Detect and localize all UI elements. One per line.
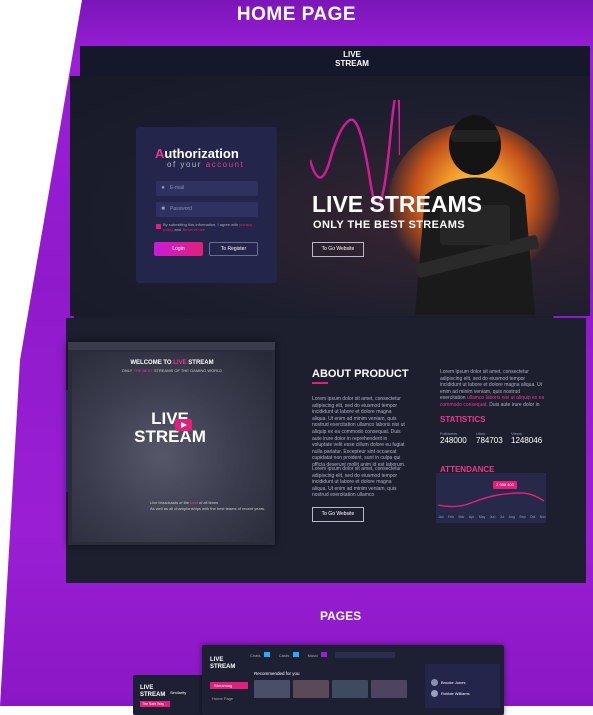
stat-value: 784703 xyxy=(476,436,503,445)
statistics-title: STATISTICS xyxy=(440,415,486,424)
email-field[interactable]: ● E-mail xyxy=(156,181,258,196)
go-website-button-2[interactable]: To Go Website xyxy=(312,507,364,522)
sidebar-item-home[interactable]: Home Page xyxy=(212,696,233,701)
chat-panel xyxy=(425,664,500,708)
hero-subheadline: ONLY THE BEST STREAMS xyxy=(313,219,466,231)
password-field[interactable]: ■ Password xyxy=(156,202,258,217)
page-title: HOME PAGE xyxy=(236,4,357,25)
similarity-label: Similarity xyxy=(170,690,187,695)
lock-icon: ■ xyxy=(161,206,165,212)
dashboard-logo: LIVE STREAM xyxy=(210,657,236,670)
agree-checkbox[interactable] xyxy=(156,224,161,229)
avatar xyxy=(431,690,438,697)
logo-line1: LIVE xyxy=(343,50,361,59)
stream-thumbnail[interactable] xyxy=(254,680,290,698)
stat-value: 1248046 xyxy=(511,436,543,445)
auth-title: Authorization xyxy=(155,146,239,161)
site-logo[interactable]: LIVE STREAM xyxy=(330,50,374,68)
attendance-badge: 2 988 400 xyxy=(493,481,517,489)
window-titlebar xyxy=(68,342,275,350)
month-label: May xyxy=(478,515,486,519)
tab-chats[interactable]: Chats xyxy=(250,653,260,658)
month-label: Aug xyxy=(508,515,515,519)
avatar xyxy=(431,679,438,686)
tab-cards[interactable]: Cards xyxy=(279,653,290,658)
cards-badge xyxy=(292,652,299,657)
chat-user-1[interactable]: Brooke Jones xyxy=(441,680,465,685)
user-icon: ● xyxy=(161,185,165,191)
live-stream-logo: LIVE STREAM xyxy=(134,409,206,446)
register-button[interactable]: To Register xyxy=(209,242,258,256)
hero-headline: LIVE STREAMS xyxy=(312,191,482,217)
dashboard-logo-back: LIVE STREAM xyxy=(140,685,166,698)
chat-badge xyxy=(263,652,270,657)
pages-title: PAGES xyxy=(320,609,362,623)
play-icon[interactable] xyxy=(175,419,192,431)
stream-thumbnail[interactable] xyxy=(293,680,329,698)
month-labels: Jan Feb Mar Apr May Jun Jul Aug Sep Oct Nov xyxy=(438,515,546,519)
search-input[interactable] xyxy=(335,652,395,658)
month-label: Mar xyxy=(458,515,465,519)
auth-subtitle: of your account xyxy=(167,160,245,169)
sidebar-item-streaming[interactable]: Streaming xyxy=(210,682,248,689)
side-paragraph: Lorem ipsum dolor sit amet, consectetur … xyxy=(440,369,545,408)
dashboard-tabs: Chats Cards Music xyxy=(250,652,328,658)
month-label: Jan xyxy=(438,515,444,519)
chat-user-2[interactable]: Robbie Williams xyxy=(441,691,470,696)
about-title: ABOUT PRODUCT xyxy=(312,368,409,380)
month-label: Jun xyxy=(489,515,496,519)
recommended-heading: Recommended for you xyxy=(254,671,300,676)
month-label: Jul xyxy=(499,515,505,519)
welcome-subheading: ONLY THE BEST STREAMS OF THE GAMING WORL… xyxy=(121,368,223,373)
about-paragraph-2: Lorem ipsum dolor sit amet, consectetur … xyxy=(312,466,401,499)
month-label: Feb xyxy=(448,515,455,519)
stream-thumbnail[interactable] xyxy=(371,680,407,698)
terms-link[interactable]: Terms of use xyxy=(182,227,205,232)
login-button[interactable]: Login xyxy=(154,242,203,256)
about-paragraph-1: Lorem ipsum dolor sit amet, consectetur … xyxy=(312,396,406,468)
welcome-heading: WELCOME TO LIVE STREAM xyxy=(130,360,214,366)
mockup-caption: Live broadcasts of the best of all times… xyxy=(150,500,266,511)
agree-text: By submitting this information, I agree … xyxy=(163,222,252,232)
robot-battle-image xyxy=(72,352,272,542)
month-label: Sep xyxy=(519,515,526,519)
go-website-button[interactable]: To Go Website xyxy=(312,242,364,257)
month-label: Apr xyxy=(468,515,475,519)
title-underline xyxy=(312,382,328,384)
tab-music[interactable]: Music xyxy=(308,653,318,658)
month-label: Nov xyxy=(539,515,546,519)
list-item-active[interactable]: The Safe Way xyxy=(140,701,170,707)
music-badge xyxy=(321,652,328,657)
month-label: Oct xyxy=(529,515,536,519)
stat-value: 248000 xyxy=(440,436,467,445)
stream-thumbnail[interactable] xyxy=(332,680,368,698)
logo-line2: STREAM xyxy=(335,59,369,68)
